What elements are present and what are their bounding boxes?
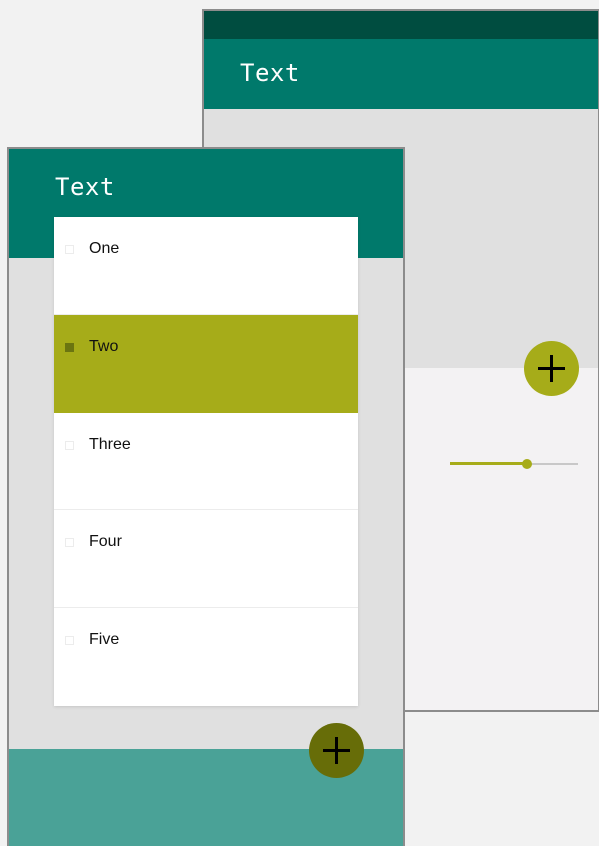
checkbox[interactable] [65,342,74,352]
slider[interactable] [450,457,578,471]
app-bar-title: Text [240,59,300,87]
list-item-label: Two [89,337,119,355]
list-item[interactable]: One [54,217,358,315]
app-bar: Text [204,39,598,109]
add-button[interactable] [524,341,579,396]
checkbox[interactable] [65,538,74,548]
checkbox[interactable] [65,440,74,450]
plus-icon [323,737,350,764]
list-item-label: Five [89,631,120,649]
list-item-label: One [89,240,120,257]
list-item[interactable]: Five [54,608,358,706]
checkbox[interactable] [65,245,74,254]
status-bar [204,11,598,39]
add-button[interactable] [309,723,364,778]
list-item-label: Four [89,533,122,551]
front-window: Text One Two Three Four Five [7,147,405,846]
item-list: One Two Three Four Five [54,217,358,706]
slider-fill [450,462,527,465]
app-bar-title: Text [55,173,115,201]
list-item[interactable]: Three [54,413,358,511]
slider-thumb[interactable] [521,459,532,469]
list-item-label: Three [89,435,131,453]
checkbox[interactable] [65,636,74,646]
list-item[interactable]: Four [54,510,358,609]
plus-icon [538,355,565,382]
list-item[interactable]: Two [54,314,358,413]
